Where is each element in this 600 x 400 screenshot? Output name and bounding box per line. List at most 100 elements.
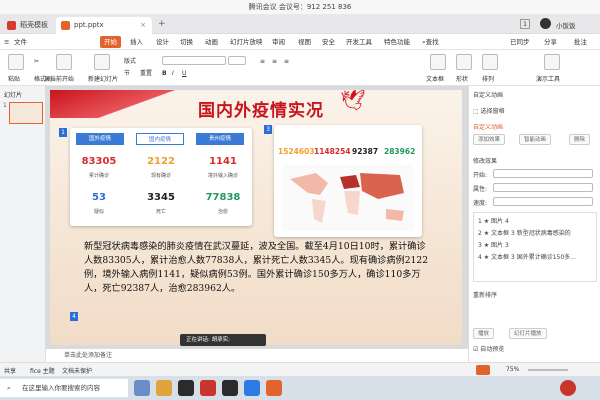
tab-label: 稻壳模板 [20,21,48,29]
tab-domestic[interactable]: 国内疫情 [136,133,184,145]
ppt-app-icon[interactable] [266,380,282,396]
textbox-icon[interactable] [430,54,446,70]
menu-transition[interactable]: 切换 [180,36,193,48]
stat-value: 1148254 [314,147,351,156]
menu-view[interactable]: 视图 [298,36,311,48]
slide-thumbnail[interactable] [9,102,43,124]
font-family-select[interactable] [162,56,226,65]
textbox-button[interactable]: 文本框 [426,74,444,83]
new-tab-button[interactable]: + [158,19,166,29]
from-current-button[interactable]: 从当前开始 [44,74,74,83]
list-item[interactable]: 3 ★ 图片 3 [478,240,509,249]
section-button[interactable]: 节 [124,68,130,77]
shape-icon[interactable] [456,54,472,70]
stat-value: 283962 [384,147,416,156]
world-map [282,165,414,231]
notes-area[interactable]: 单击此处添加备注 [46,348,468,362]
slideshow-play-icon[interactable] [476,365,490,375]
menu-features[interactable]: 特色功能 [384,36,410,48]
wps-icon[interactable] [200,380,216,396]
menu-insert[interactable]: 插入 [130,36,143,48]
slide-title: 国内外疫情实况 [198,101,324,121]
file-explorer-icon[interactable] [156,380,172,396]
slideshow-button[interactable]: 幻灯片播放 [509,328,547,339]
layout-button[interactable]: 版式 [124,56,136,65]
shape-button[interactable]: 形状 [456,74,468,83]
align-center-icon[interactable]: ≡ [272,58,277,65]
list-item[interactable]: 1 ★ 图片 4 [478,216,509,225]
menu-design[interactable]: 设计 [156,36,169,48]
slide[interactable]: 🕊 国内外疫情实况 国外疫情 国内疫情 贵州疫情 83305 累计确诊 2122… [50,90,462,345]
stat-value: 53 [92,192,106,203]
tab-guizhou[interactable]: 贵州疫情 [196,133,244,145]
menu-review[interactable]: 审阅 [272,36,285,48]
meeting-app-icon[interactable] [244,380,260,396]
add-effect-button[interactable]: 添加效果 [473,134,506,145]
global-stats-card[interactable]: 1524603 1148254 92387 283962 [274,125,422,237]
pane-title: 自定义动画 [473,92,504,99]
protect-status[interactable]: 文档未保护 [62,366,92,375]
reset-button[interactable]: 重置 [140,68,152,77]
bold-button[interactable]: B [162,70,167,77]
new-slide-button[interactable]: 新建幻灯片 [88,74,118,83]
play-button[interactable]: 播放 [473,328,495,339]
tab-ppt[interactable]: ppt.pptx × [56,17,152,34]
list-item[interactable]: 4 ★ 文本框 3 国外累计确诊150多... [478,252,576,261]
menu-hamburger-icon[interactable]: ≡ [4,36,9,48]
menu-search[interactable]: ⌕查找 [422,36,439,48]
italic-button[interactable]: I [172,70,174,77]
domestic-stats-card[interactable]: 国外疫情 国内疫情 贵州疫情 83305 累计确诊 2122 现有确诊 1141… [70,128,252,226]
docer-icon [7,21,16,30]
speed-select[interactable] [493,197,593,206]
page-badge: 1 [520,19,530,29]
taskbar-search[interactable]: ⌕ 在这里输入你要搜索的内容 [0,379,128,397]
stat-label: 累计确诊 [88,173,109,179]
reorder-label: 重新排序 [473,292,498,299]
avatar[interactable] [540,18,551,29]
comment-button[interactable]: 批注 [574,36,587,48]
input-method-icon[interactable] [560,380,576,396]
underline-button[interactable]: U [182,70,186,77]
paste-icon[interactable] [8,54,24,70]
taskview-icon[interactable] [134,380,150,396]
tab-foreign[interactable]: 国外疫情 [76,133,124,145]
font-size-select[interactable] [228,56,246,65]
list-item[interactable]: 2 ★ 文本框 3 新型冠状病毒感染的 [478,228,571,237]
sync-status[interactable]: 已同步 [510,36,530,48]
selection-pane-link[interactable]: ⬚ 选择窗格 [473,106,505,115]
start-select[interactable] [493,169,593,178]
speed-label: 速度: [473,200,488,207]
presenter-tools-button[interactable]: 演示工具 [536,74,560,83]
new-slide-icon[interactable] [94,54,110,70]
autopreview-checkbox[interactable]: ☑ 自动预览 [473,344,504,353]
zoom-level[interactable]: 75% [506,366,519,373]
cut-icon[interactable]: ✂ [34,58,39,65]
app-icon[interactable] [222,380,238,396]
smart-animation-button[interactable]: 智能动画 [519,134,552,145]
menu-slideshow[interactable]: 幻灯片放映 [230,36,263,48]
slide-body-text[interactable]: 新型冠状病毒感染的肺炎疫情在武汉蔓延，波及全国。截至4月10日10时，累计确诊人… [84,240,434,296]
delete-button[interactable]: 删除 [569,134,591,145]
zoom-slider[interactable] [528,369,568,371]
tab-docer[interactable]: 稻壳模板 [2,17,54,34]
menu-devtools[interactable]: 开发工具 [346,36,372,48]
close-tab-icon[interactable]: × [140,17,146,34]
play-from-current-icon[interactable] [56,54,72,70]
taskbar: ⌕ 在这里输入你要搜索的内容 [0,376,600,400]
stat-value: 3345 [147,192,175,203]
share-status[interactable]: 共享 [4,366,16,375]
property-select[interactable] [493,183,593,192]
menu-home[interactable]: 开始 [100,36,121,48]
menu-file[interactable]: 文件 [14,36,27,48]
menu-security[interactable]: 安全 [322,36,335,48]
media-app-icon[interactable] [178,380,194,396]
share-button[interactable]: 分享 [544,36,557,48]
selection-icon: ⬚ [473,108,481,115]
arrange-icon[interactable] [482,54,498,70]
presenter-icon[interactable] [544,54,560,70]
align-right-icon[interactable]: ≡ [284,58,289,65]
arrange-button[interactable]: 排列 [482,74,494,83]
custom-animation-heading: 自定义动画 [473,124,504,131]
menu-animation[interactable]: 动画 [205,36,218,48]
align-left-icon[interactable]: ≡ [260,58,265,65]
